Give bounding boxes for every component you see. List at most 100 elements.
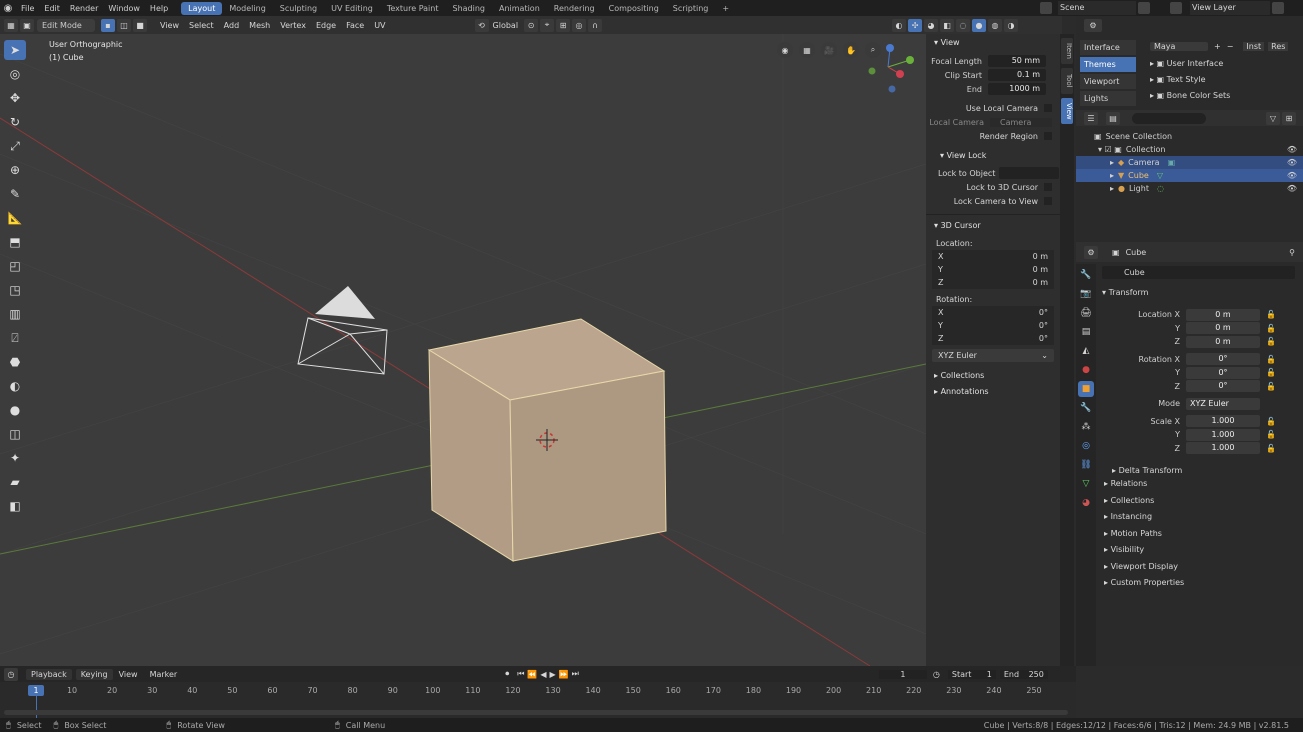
- smooth-tool-icon[interactable]: ●: [4, 400, 26, 420]
- lock-to-object-field[interactable]: [999, 167, 1060, 179]
- tab-item[interactable]: Item: [1061, 38, 1073, 64]
- playhead[interactable]: 1: [28, 685, 44, 696]
- xray-icon[interactable]: ◧: [940, 18, 955, 32]
- tab-tool[interactable]: Tool: [1061, 68, 1073, 94]
- tab-texture-paint[interactable]: Texture Paint: [380, 2, 446, 15]
- scale-z-field[interactable]: 1.000: [1186, 442, 1260, 455]
- lock-icon[interactable]: 🔓: [1266, 417, 1276, 426]
- outliner-collection[interactable]: ▾ ☑ ▣ Collection 👁: [1076, 143, 1303, 156]
- tab-rendering[interactable]: Rendering: [547, 2, 602, 15]
- material-properties-icon[interactable]: ◕: [1078, 495, 1094, 511]
- lock-to-cursor-checkbox[interactable]: [1044, 183, 1052, 191]
- remove-preset-icon[interactable]: −: [1227, 42, 1234, 51]
- scale-y-field[interactable]: 1.000: [1186, 428, 1260, 441]
- theme-text-style[interactable]: ▸ ▣ Text Style: [1150, 72, 1303, 88]
- section-motion-paths[interactable]: ▸ Motion Paths: [1098, 526, 1298, 543]
- annotate-tool-icon[interactable]: ✎: [4, 184, 26, 204]
- clip-end-field[interactable]: 1000 m: [988, 83, 1046, 95]
- lock-icon[interactable]: 🔓: [1266, 382, 1276, 391]
- scene-icon[interactable]: [1040, 2, 1052, 14]
- theme-user-interface[interactable]: ▸ ▣ User Interface: [1150, 56, 1303, 72]
- tab-layout[interactable]: Layout: [181, 1, 223, 15]
- world-properties-icon[interactable]: ●: [1078, 362, 1094, 378]
- 3d-viewport[interactable]: User Orthographic (1) Cube ◉ ▦ 🎥 ✋ ⌕: [0, 34, 926, 666]
- tab-shading[interactable]: Shading: [445, 2, 492, 15]
- edge-slide-tool-icon[interactable]: ◫: [4, 424, 26, 444]
- select-tool-icon[interactable]: ➤: [4, 40, 26, 60]
- annotations-section-header[interactable]: ▸ Annotations: [926, 384, 1060, 400]
- theme-bone-color-sets[interactable]: ▸ ▣ Bone Color Sets: [1150, 88, 1303, 104]
- prefs-tab-viewport[interactable]: Viewport: [1080, 74, 1136, 89]
- transform-orientation-icon[interactable]: ⟲: [474, 18, 489, 32]
- location-x-field[interactable]: 0 m: [1186, 308, 1260, 321]
- gizmo-z-axis[interactable]: [886, 44, 894, 52]
- eye-icon[interactable]: 👁: [1287, 171, 1297, 180]
- use-local-camera-checkbox[interactable]: [1044, 104, 1052, 112]
- editor-type-icon[interactable]: ▦: [4, 18, 18, 32]
- add-workspace-button[interactable]: +: [715, 2, 736, 15]
- jump-keyframe-back-icon[interactable]: ⏪: [527, 670, 537, 679]
- properties-editor-icon[interactable]: ⚙: [1084, 245, 1098, 259]
- new-collection-icon[interactable]: ⊞: [1282, 111, 1296, 125]
- menu-window[interactable]: Window: [103, 4, 145, 13]
- reset-theme-button[interactable]: Res: [1268, 42, 1289, 51]
- cursor-rotation-x[interactable]: X 0°: [932, 306, 1054, 319]
- scale-tool-icon[interactable]: ⤢: [4, 136, 26, 156]
- play-reverse-icon[interactable]: ◀: [540, 670, 546, 679]
- tab-sculpting[interactable]: Sculpting: [273, 2, 324, 15]
- preview-range-icon[interactable]: ◷: [933, 670, 940, 679]
- rip-tool-icon[interactable]: ◧: [4, 496, 26, 516]
- ortho-toggle-icon[interactable]: ▦: [799, 42, 815, 58]
- gizmo-toggle-icon[interactable]: ✣: [908, 18, 923, 32]
- section-collections[interactable]: ▸ Collections: [1098, 493, 1298, 510]
- view-layer-selector[interactable]: View Layer: [1190, 1, 1270, 15]
- view-object-types-icon[interactable]: ◐: [892, 18, 907, 32]
- view-layer-properties-icon[interactable]: ▤: [1078, 324, 1094, 340]
- record-icon[interactable]: ⏺: [505, 669, 509, 679]
- rotation-y-field[interactable]: 0°: [1186, 366, 1260, 379]
- inset-tool-icon[interactable]: ◰: [4, 256, 26, 276]
- tab-view[interactable]: View: [1061, 98, 1073, 124]
- face-select-icon[interactable]: ■: [133, 18, 147, 32]
- menu-mesh[interactable]: Mesh: [244, 21, 275, 30]
- section-custom-properties[interactable]: ▸ Custom Properties: [1098, 575, 1298, 592]
- prefs-tab-interface[interactable]: Interface: [1080, 40, 1136, 55]
- pivot-icon[interactable]: ⊙: [524, 18, 539, 32]
- display-mode-icon[interactable]: ▤: [1106, 111, 1120, 125]
- pan-hand-icon[interactable]: ✋: [843, 42, 859, 58]
- solid-shading-icon[interactable]: ●: [972, 18, 987, 32]
- extrude-tool-icon[interactable]: ⬒: [4, 232, 26, 252]
- bevel-tool-icon[interactable]: ◳: [4, 280, 26, 300]
- tab-modeling[interactable]: Modeling: [222, 2, 272, 15]
- outliner-scene-collection[interactable]: ▣ Scene Collection: [1076, 130, 1303, 143]
- render-region-checkbox[interactable]: [1044, 132, 1052, 140]
- physics-properties-icon[interactable]: ◎: [1078, 438, 1094, 454]
- start-frame-field[interactable]: Start 1: [947, 669, 996, 679]
- view-lock-header[interactable]: ▾ View Lock: [926, 149, 1060, 163]
- object-properties-icon[interactable]: ■: [1078, 381, 1094, 397]
- outliner-light[interactable]: ▸ ● Light ◌ 👁: [1076, 182, 1303, 195]
- eye-icon[interactable]: 👁: [1287, 145, 1297, 154]
- prefs-tab-lights[interactable]: Lights: [1080, 91, 1136, 106]
- play-icon[interactable]: ▶: [550, 670, 556, 679]
- wireframe-shading-icon[interactable]: ◌: [956, 18, 971, 32]
- tab-scripting[interactable]: Scripting: [666, 2, 716, 15]
- pin-icon[interactable]: ⚲: [1289, 248, 1295, 257]
- collections-section-header[interactable]: ▸ Collections: [926, 368, 1060, 384]
- outliner-editor-icon[interactable]: ☰: [1084, 111, 1098, 125]
- focal-length-field[interactable]: 50 mm: [988, 55, 1046, 67]
- move-tool-icon[interactable]: ✥: [4, 88, 26, 108]
- poly-build-tool-icon[interactable]: ⬣: [4, 352, 26, 372]
- material-shading-icon[interactable]: ◍: [988, 18, 1003, 32]
- rotation-x-field[interactable]: 0°: [1186, 353, 1260, 366]
- rotation-z-field[interactable]: 0°: [1186, 380, 1260, 393]
- mode-dropdown[interactable]: Edit Mode: [37, 18, 95, 32]
- current-frame-field[interactable]: 1: [878, 669, 927, 679]
- cursor-rotation-mode-dropdown[interactable]: XYZ Euler ⌄: [932, 349, 1054, 362]
- gizmo-y-axis[interactable]: [906, 56, 914, 64]
- knife-tool-icon[interactable]: ⍁: [4, 328, 26, 348]
- menu-select[interactable]: Select: [184, 21, 219, 30]
- lock-icon[interactable]: 🔓: [1266, 355, 1276, 364]
- jump-start-icon[interactable]: ⏮: [517, 669, 524, 679]
- transform-header[interactable]: ▾ Transform: [1102, 288, 1302, 302]
